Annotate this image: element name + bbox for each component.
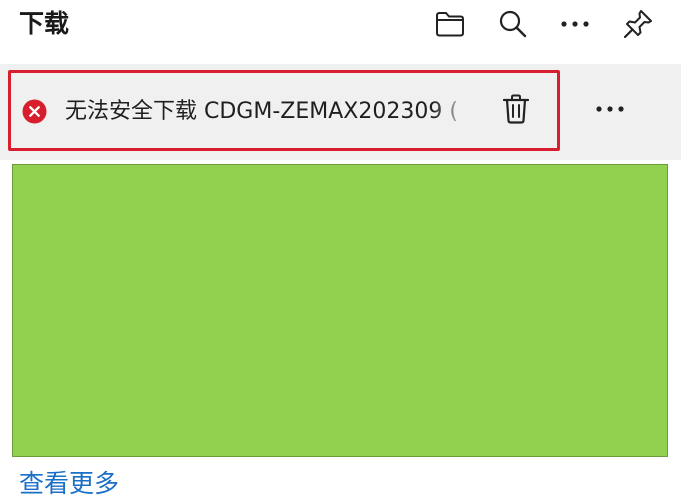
panel-title: 下载 [19,9,70,38]
search-icon [499,10,527,38]
downloads-panel: 下载 无法安全下载 CDGM-ZEMAX202309 (查看更多 [0,0,691,500]
pin-button[interactable] [618,4,658,44]
scrollbar-track[interactable] [681,64,691,500]
search-button[interactable] [493,4,533,44]
more-options-button[interactable] [555,4,595,44]
more-icon [596,106,624,112]
pin-icon [623,10,652,39]
highlight-box [8,70,560,151]
see-more-link[interactable]: 查看更多 [19,467,119,500]
green-placeholder-block [12,164,668,457]
item-more-button[interactable] [590,89,630,129]
open-folder-button[interactable] [430,4,470,44]
folder-icon [436,12,464,37]
more-icon [561,21,589,27]
downloads-header: 下载 [0,0,691,54]
